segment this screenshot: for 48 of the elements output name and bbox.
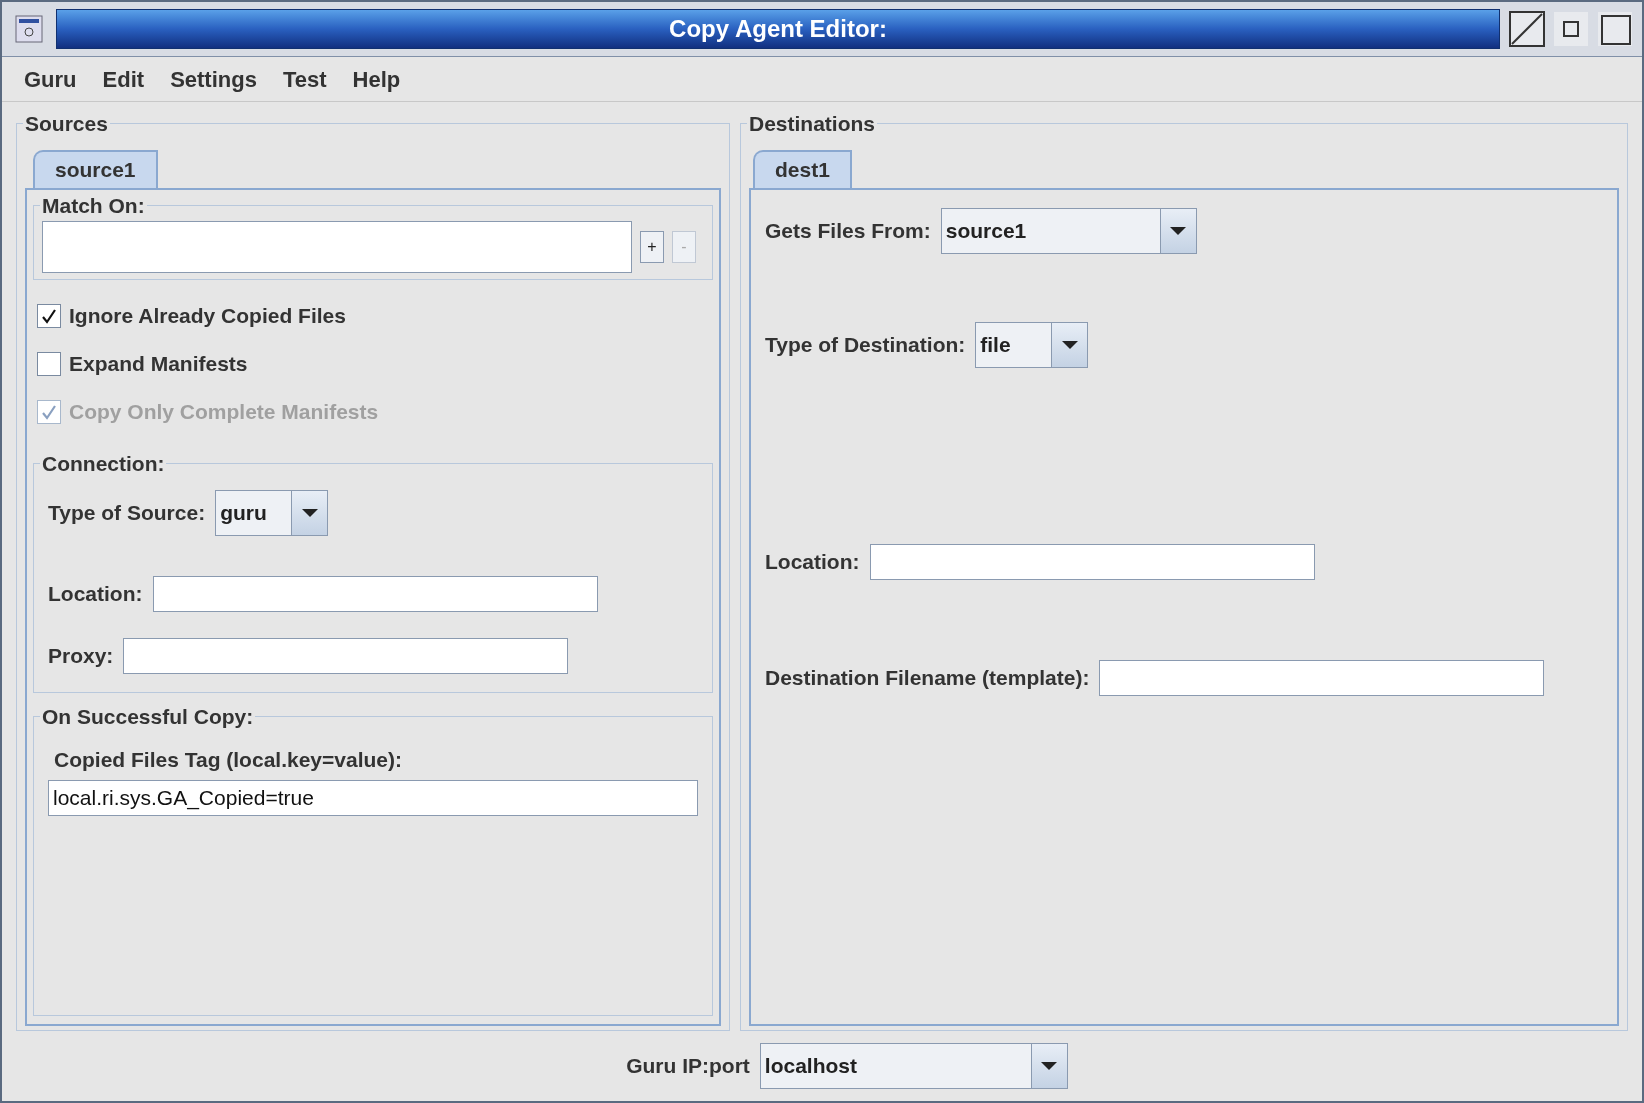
- caret-icon: [1169, 225, 1188, 236]
- source-dropdown[interactable]: source1: [940, 207, 1197, 254]
- field-label: Proxy:: [48, 642, 114, 669]
- checkbox[interactable]: [37, 304, 61, 328]
- menu-item[interactable]: Help: [352, 62, 401, 96]
- window-menu-icon[interactable]: [15, 15, 43, 43]
- checkmark-icon: [41, 404, 57, 420]
- text-field[interactable]: [152, 575, 598, 612]
- field-label: Guru IP:port: [626, 1053, 750, 1080]
- window-title: Copy Agent Editor:: [669, 14, 887, 44]
- field-label: Location:: [48, 580, 143, 607]
- field-label: Gets Files From:: [765, 217, 931, 244]
- field-label: Location:: [765, 548, 860, 575]
- group-title: Match On:: [41, 192, 146, 219]
- field-label: Destination Filename (template):: [765, 664, 1090, 691]
- text-field[interactable]: [1099, 659, 1545, 696]
- field-label: Type of Source:: [48, 499, 206, 526]
- menu-item[interactable]: Guru: [24, 62, 77, 96]
- text-field[interactable]: local.ri.sys.GA_Copied=true: [48, 779, 698, 816]
- menu-item[interactable]: Edit: [102, 62, 145, 96]
- checkbox-label: Expand Manifests: [69, 351, 248, 378]
- text-field[interactable]: [123, 637, 569, 674]
- text-field[interactable]: [869, 543, 1315, 580]
- match-field[interactable]: [42, 221, 632, 273]
- shade-icon[interactable]: [1508, 10, 1546, 48]
- source-type-dropdown[interactable]: guru: [215, 489, 329, 536]
- destination-type-dropdown[interactable]: file: [975, 321, 1089, 368]
- checkmark-icon: [41, 308, 57, 324]
- menu-item[interactable]: Test: [282, 62, 327, 96]
- checkbox[interactable]: [37, 352, 61, 376]
- caret-icon: [300, 507, 319, 518]
- checkbox-label: Copy Only Complete Manifests: [69, 399, 379, 426]
- add-button[interactable]: +: [640, 231, 664, 263]
- tab[interactable]: source1: [33, 149, 158, 188]
- group-title: Sources: [24, 111, 109, 137]
- field-label: Copied Files Tag (local.key=value):: [54, 748, 402, 771]
- field-label: Type of Destination:: [765, 331, 966, 358]
- tab[interactable]: dest1: [753, 149, 852, 188]
- minimize-icon[interactable]: [1552, 10, 1590, 48]
- caret-icon: [1040, 1061, 1059, 1071]
- group-title: Destinations: [748, 111, 877, 137]
- group-title: Connection:: [41, 451, 166, 477]
- group-title: On Successful Copy:: [41, 703, 255, 730]
- menu-item[interactable]: Settings: [170, 62, 257, 96]
- address-dropdown[interactable]: localhost: [759, 1043, 1068, 1089]
- maximize-icon[interactable]: [1596, 10, 1634, 48]
- caret-icon: [1060, 339, 1079, 350]
- checkbox-label: Ignore Already Copied Files: [69, 303, 346, 330]
